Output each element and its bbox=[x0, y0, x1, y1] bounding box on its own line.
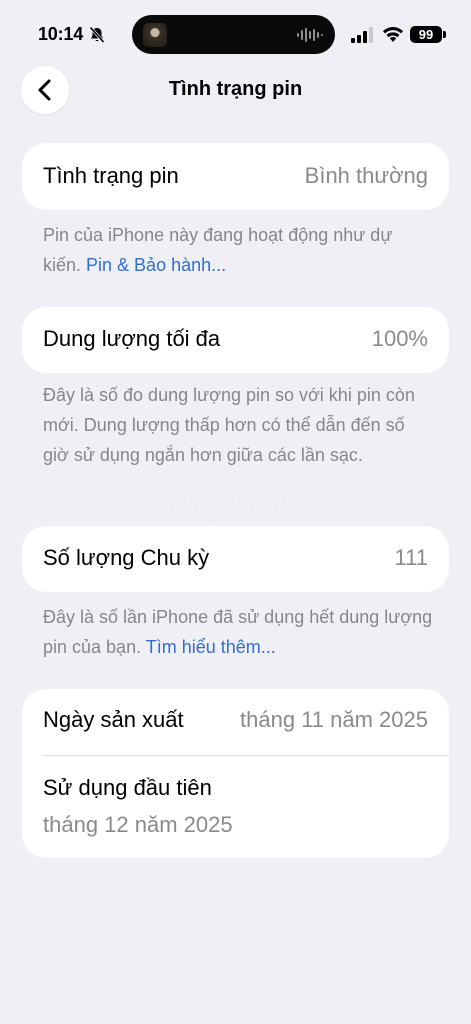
battery-health-row: Tình trạng pin Bình thường bbox=[43, 163, 428, 189]
max-capacity-value: 100% bbox=[371, 326, 428, 351]
battery-health-footer: Pin của iPhone này đang hoạt động như dự… bbox=[43, 220, 433, 280]
battery-health-card: Tình trạng pin Bình thường bbox=[22, 143, 449, 210]
manufacture-date-label: Ngày sản xuất bbox=[43, 707, 184, 732]
manufacture-date-row: Ngày sản xuất tháng 11 năm 2025 bbox=[43, 707, 428, 733]
first-use-label: Sử dụng đầu tiên bbox=[43, 775, 212, 800]
watermark: chợTỐT bbox=[165, 485, 290, 523]
battery-tip bbox=[443, 31, 446, 38]
first-use-value: tháng 12 năm 2025 bbox=[43, 812, 233, 837]
dynamic-island[interactable] bbox=[132, 15, 335, 54]
row-divider bbox=[43, 755, 449, 756]
cycle-count-footer: Đây là số lần iPhone đã sử dụng hết dung… bbox=[43, 602, 433, 662]
cycle-count-label: Số lượng Chu kỳ bbox=[43, 545, 210, 570]
learn-more-link[interactable]: Tìm hiểu thêm... bbox=[146, 637, 276, 657]
battery-indicator: 99 bbox=[410, 26, 442, 43]
max-capacity-card: Dung lượng tối đa 100% bbox=[22, 307, 449, 373]
page-title: Tình trạng pin bbox=[168, 78, 303, 100]
cycle-count-row: Số lượng Chu kỳ 111 bbox=[43, 545, 428, 571]
status-time: 10:14 bbox=[38, 24, 84, 44]
status-bar: 10:14 99 bbox=[0, 0, 471, 66]
audio-waveform-icon bbox=[297, 28, 323, 42]
now-playing-artwork bbox=[143, 23, 167, 47]
dates-card: Ngày sản xuất tháng 11 năm 2025 Sử dụng … bbox=[22, 689, 449, 858]
max-capacity-footer-text: Đây là số đo dung lượng pin so với khi p… bbox=[43, 385, 415, 465]
cellular-signal-icon bbox=[351, 27, 373, 43]
manufacture-date-value: tháng 11 năm 2025 bbox=[240, 707, 428, 732]
battery-health-value: Bình thường bbox=[304, 163, 428, 188]
max-capacity-footer: Đây là số đo dung lượng pin so với khi p… bbox=[43, 380, 433, 470]
battery-warranty-link[interactable]: Pin & Bảo hành... bbox=[86, 255, 226, 275]
max-capacity-row: Dung lượng tối đa 100% bbox=[43, 326, 428, 352]
max-capacity-label: Dung lượng tối đa bbox=[43, 326, 221, 351]
cycle-count-value: 111 bbox=[394, 545, 428, 570]
battery-health-label: Tình trạng pin bbox=[43, 163, 179, 188]
wifi-icon bbox=[383, 27, 403, 42]
cycle-count-card: Số lượng Chu kỳ 111 bbox=[22, 526, 449, 592]
bell-slash-icon bbox=[89, 26, 105, 44]
